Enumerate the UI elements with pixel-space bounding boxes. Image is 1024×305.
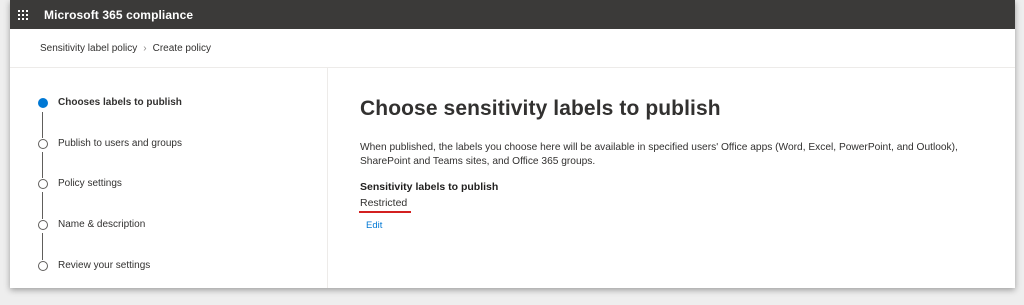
step-pending-icon: [38, 178, 48, 189]
breadcrumb-parent-link[interactable]: Sensitivity label policy: [40, 43, 137, 54]
step-pending-icon: [38, 138, 48, 149]
selected-label-text: Restricted: [360, 197, 408, 209]
app-launcher-icon[interactable]: [10, 0, 36, 29]
page-title: Choose sensitivity labels to publish: [360, 97, 721, 120]
step-connector: [42, 152, 43, 178]
app-title[interactable]: Microsoft 365 compliance: [44, 8, 193, 22]
step-connector: [42, 233, 43, 260]
step-label: Publish to users and groups: [58, 138, 182, 149]
step-active-icon: [38, 97, 48, 108]
page-description: When published, the labels you choose he…: [360, 142, 958, 167]
step-pending-icon: [38, 260, 48, 271]
chevron-right-icon: ›: [143, 42, 147, 54]
step-label: Chooses labels to publish: [58, 97, 182, 108]
step-name-description[interactable]: Name & description: [38, 219, 145, 230]
step-label: Name & description: [58, 219, 146, 230]
edit-link[interactable]: Edit: [366, 220, 1015, 231]
step-choose-labels[interactable]: Chooses labels to publish: [38, 97, 182, 108]
step-publish-users[interactable]: Publish to users and groups: [38, 138, 182, 149]
selected-label-value: Restricted: [359, 197, 411, 213]
main-content: Choose sensitivity labels to publish Whe…: [328, 68, 1015, 288]
step-connector: [42, 112, 43, 138]
step-label: Review your settings: [58, 260, 151, 271]
breadcrumb: Sensitivity label policy › Create policy: [10, 29, 1015, 68]
step-connector: [42, 192, 43, 219]
top-bar: Microsoft 365 compliance: [10, 0, 1015, 29]
wizard-steps: Chooses labels to publish Publish to use…: [10, 68, 328, 288]
annotation-underline: [359, 211, 411, 213]
app-window: Microsoft 365 compliance Sensitivity lab…: [10, 0, 1015, 288]
step-pending-icon: [38, 219, 48, 230]
step-review-settings[interactable]: Review your settings: [38, 260, 150, 271]
section-label: Sensitivity labels to publish: [360, 181, 499, 193]
step-label: Policy settings: [58, 178, 122, 189]
step-policy-settings[interactable]: Policy settings: [38, 178, 122, 189]
breadcrumb-current: Create policy: [152, 42, 211, 54]
